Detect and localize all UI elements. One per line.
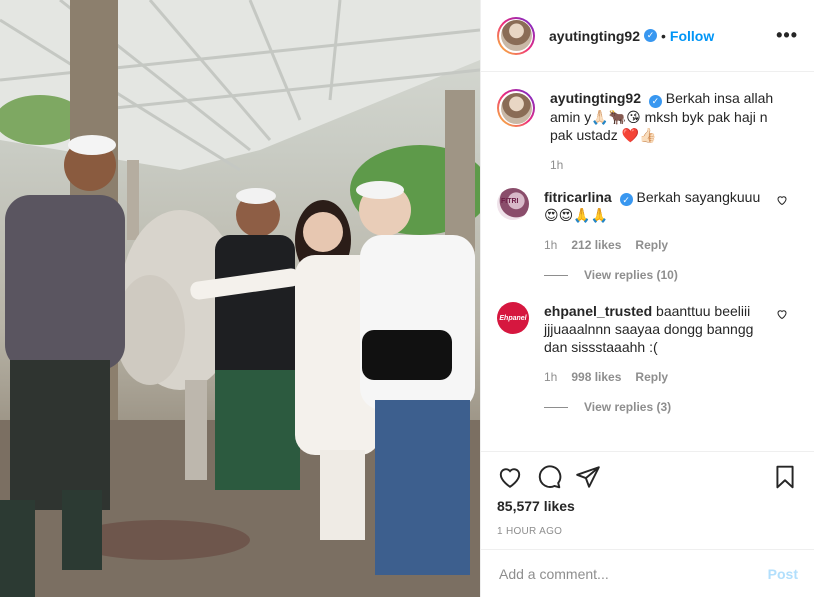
- commenter-avatar-label: Ehpanel: [499, 314, 527, 322]
- post-comment-button[interactable]: Post: [768, 566, 798, 582]
- commenter-avatar[interactable]: FITRI: [497, 187, 529, 220]
- comment-time[interactable]: 1h: [544, 370, 557, 384]
- comment-input[interactable]: [497, 564, 768, 583]
- view-replies-label: View replies (3): [584, 400, 672, 414]
- post-timestamp[interactable]: 1 HOUR AGO: [497, 526, 798, 537]
- comment-time[interactable]: 1h: [544, 238, 557, 252]
- reply-button[interactable]: Reply: [635, 370, 668, 384]
- view-replies-button[interactable]: View replies (10): [544, 268, 798, 282]
- commenter-avatar-label: FITRI: [501, 197, 519, 205]
- commenter-avatar[interactable]: Ehpanel: [497, 302, 529, 334]
- post-details-panel: ayutingting92 ✓ • Follow ••• ayutingting…: [480, 0, 814, 597]
- comment-likes[interactable]: 212 likes: [571, 238, 621, 252]
- post-photo-illustration: [0, 0, 480, 597]
- comment-heart-icon[interactable]: [776, 308, 788, 320]
- follow-button[interactable]: Follow: [670, 28, 714, 44]
- more-icon[interactable]: •••: [776, 25, 798, 46]
- post-photo[interactable]: [0, 0, 480, 597]
- comment-item: FITRI fitricarlina ✓ Berkah sayangkuuu 😍…: [497, 187, 798, 252]
- comment-username[interactable]: fitricarlina: [544, 189, 612, 205]
- author-avatar[interactable]: [497, 16, 535, 55]
- caption: ayutingting92 ✓ Berkah insa allah amin y…: [497, 89, 798, 172]
- comments-list[interactable]: ayutingting92 ✓ Berkah insa allah amin y…: [481, 73, 814, 451]
- view-replies-label: View replies (10): [584, 268, 678, 282]
- comment-item: Ehpanel ehpanel_trusted baanttuu beeliii…: [497, 302, 798, 384]
- comment-heart-icon[interactable]: [776, 194, 788, 206]
- verified-icon: ✓: [619, 193, 633, 206]
- share-icon[interactable]: [575, 464, 601, 490]
- separator-dot: •: [661, 27, 666, 44]
- add-comment-bar: Post: [481, 549, 814, 597]
- likes-count[interactable]: 85,577 likes: [497, 498, 798, 514]
- post-actions: 85,577 likes 1 HOUR AGO: [481, 451, 814, 549]
- caption-time[interactable]: 1h: [550, 158, 563, 172]
- post-header: ayutingting92 ✓ • Follow •••: [481, 0, 814, 72]
- comment-icon[interactable]: [536, 464, 562, 490]
- comment-likes[interactable]: 998 likes: [571, 370, 621, 384]
- bookmark-icon[interactable]: [772, 464, 798, 490]
- caption-author-avatar[interactable]: [497, 89, 535, 127]
- verified-icon: ✓: [644, 29, 658, 42]
- comment-username[interactable]: ehpanel_trusted: [544, 303, 652, 319]
- view-replies-button[interactable]: View replies (3): [544, 400, 798, 414]
- reply-button[interactable]: Reply: [635, 238, 668, 252]
- author-username[interactable]: ayutingting92: [549, 28, 640, 44]
- caption-username[interactable]: ayutingting92: [550, 90, 641, 106]
- verified-icon: ✓: [648, 94, 662, 108]
- heart-icon[interactable]: [497, 464, 523, 490]
